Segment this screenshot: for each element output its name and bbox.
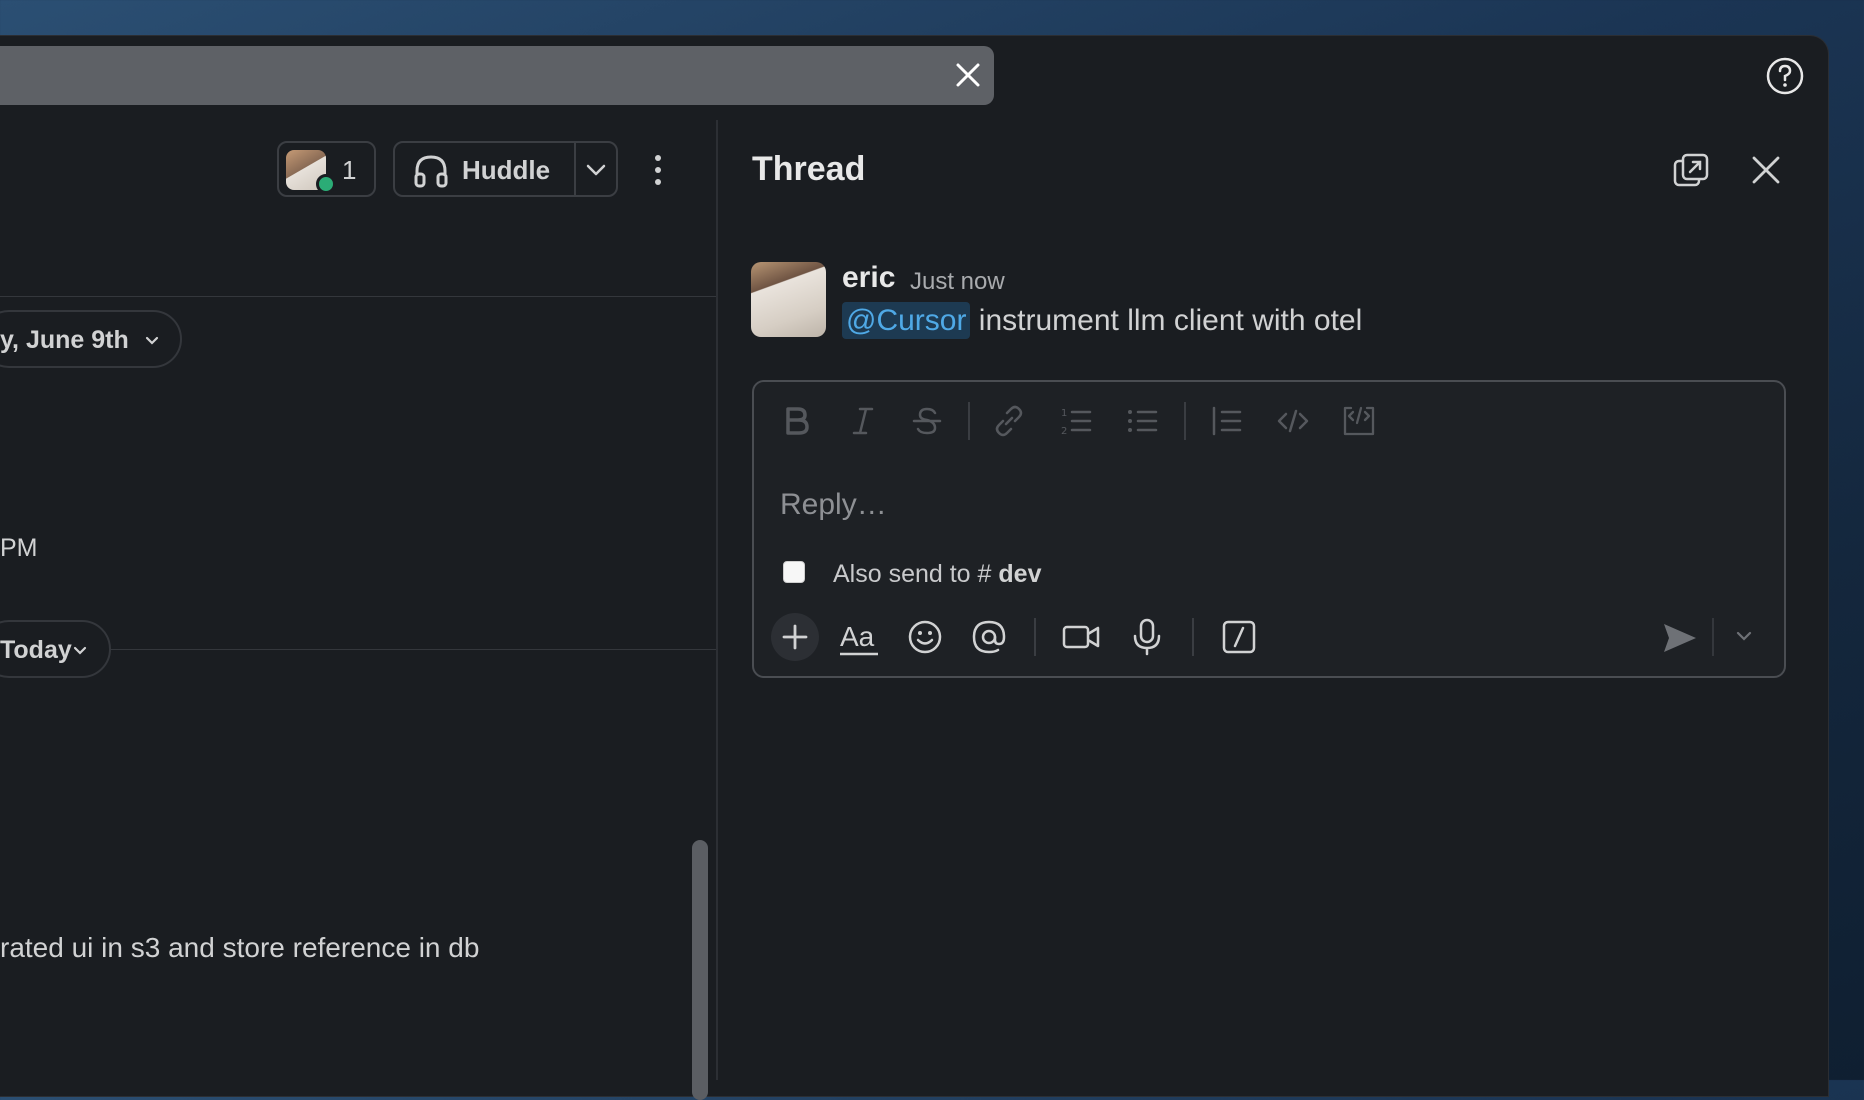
channel-hash-icon: # [977, 560, 992, 588]
message-author[interactable]: eric [842, 261, 895, 295]
toolbar-divider [1184, 402, 1186, 440]
chevron-down-icon [586, 164, 606, 176]
toolbar-divider [968, 402, 970, 440]
also-send-checkbox[interactable] [783, 561, 805, 583]
today-divider-label: Today [0, 636, 72, 664]
svg-text:1: 1 [1061, 408, 1067, 419]
members-count: 1 [342, 155, 357, 185]
video-icon [1062, 625, 1100, 649]
also-send-label: Also send to # dev [833, 560, 1042, 589]
microphone-button[interactable] [1126, 616, 1168, 658]
huddle-options-button[interactable] [582, 156, 610, 184]
slash-command-button[interactable] [1218, 616, 1260, 658]
presence-indicator [316, 174, 336, 194]
plus-icon [782, 624, 808, 650]
toolbar-divider [1034, 618, 1036, 656]
search-bar[interactable] [0, 46, 994, 105]
svg-text:Aa: Aa [840, 621, 875, 652]
send-icon [1664, 624, 1696, 652]
also-send-channel: dev [998, 560, 1042, 588]
message-text: @Cursor instrument llm client with otel [842, 302, 1363, 339]
send-options-button[interactable] [1732, 624, 1756, 648]
close-icon [1752, 156, 1780, 184]
italic-icon[interactable] [845, 403, 881, 439]
svg-text:2: 2 [1061, 426, 1067, 437]
message-timestamp-fragment: PM [0, 534, 38, 562]
message-body-text: instrument llm client with otel [970, 304, 1363, 337]
strikethrough-icon[interactable] [909, 403, 945, 439]
avatar[interactable] [751, 262, 826, 337]
more-vertical-icon [655, 155, 661, 185]
video-button[interactable] [1060, 616, 1102, 658]
search-close-button[interactable] [953, 60, 983, 90]
code-block-icon[interactable] [1341, 403, 1377, 439]
chevron-down-icon [70, 640, 90, 660]
microphone-icon [1133, 618, 1161, 656]
bulleted-list-icon[interactable] [1124, 403, 1160, 439]
help-button[interactable] [1765, 56, 1805, 96]
help-icon [1766, 57, 1804, 95]
also-send-prefix: Also send to [833, 560, 971, 588]
send-button[interactable] [1660, 618, 1700, 658]
close-thread-button[interactable] [1748, 152, 1784, 188]
channel-header-divider [0, 296, 716, 297]
toolbar-divider [1192, 618, 1194, 656]
emoji-button[interactable] [904, 616, 946, 658]
text-format-icon: Aa [840, 621, 878, 656]
bold-icon[interactable] [778, 403, 814, 439]
date-divider-label: y, June 9th [0, 326, 129, 354]
link-icon[interactable] [991, 403, 1027, 439]
emoji-icon [908, 620, 942, 654]
close-icon [956, 63, 980, 87]
mention-icon [972, 620, 1006, 654]
channel-message-text: rated ui in s3 and store reference in db [0, 932, 480, 963]
reply-input[interactable] [778, 484, 1762, 526]
text-format-button[interactable]: Aa [838, 616, 880, 658]
huddle-label: Huddle [462, 155, 551, 185]
slash-command-icon [1222, 620, 1256, 654]
chevron-down-icon [1736, 631, 1752, 641]
send-divider [1712, 618, 1714, 656]
chevron-down-icon [142, 330, 162, 350]
thread-title: Thread [752, 150, 866, 188]
user-mention[interactable]: @Cursor [842, 302, 971, 339]
message-timestamp[interactable]: Just now [910, 268, 1005, 296]
numbered-list-icon[interactable]: 12 [1058, 403, 1094, 439]
blockquote-icon[interactable] [1208, 403, 1244, 439]
channel-more-button[interactable] [650, 150, 666, 190]
code-icon[interactable] [1275, 403, 1311, 439]
popout-icon [1673, 153, 1709, 187]
channel-scrollbar[interactable] [692, 840, 708, 1100]
attach-button[interactable] [771, 613, 819, 661]
popout-thread-button[interactable] [1671, 151, 1711, 191]
headphones-icon [412, 152, 450, 190]
mention-button[interactable] [968, 616, 1010, 658]
huddle-divider [574, 143, 576, 195]
